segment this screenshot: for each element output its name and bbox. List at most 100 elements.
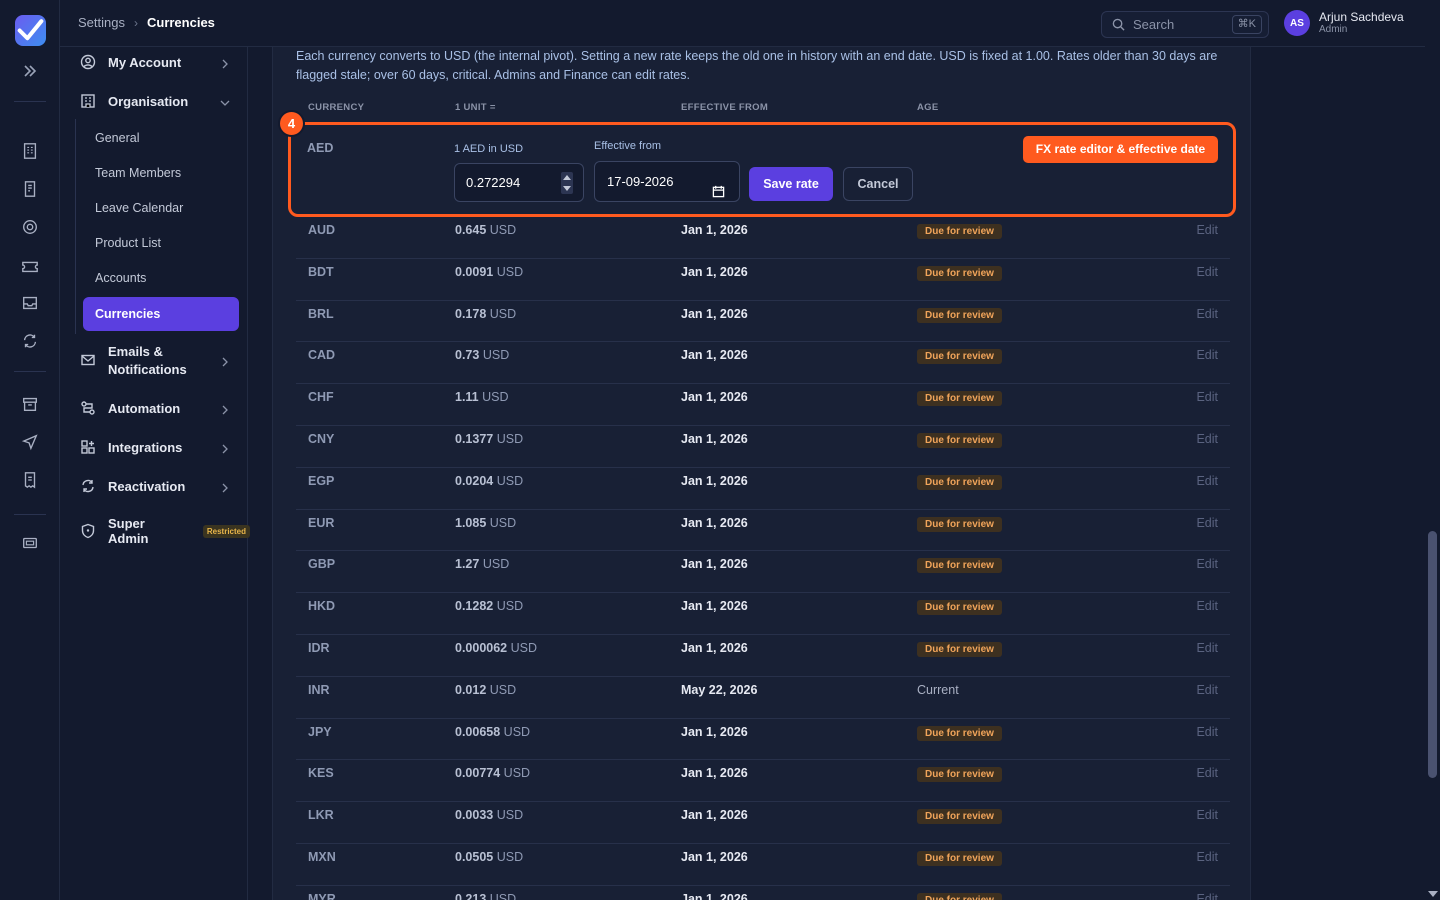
effective-date: Jan 1, 2026: [681, 348, 748, 363]
unit-rate: 0.0505 USD: [455, 850, 523, 864]
edit-link[interactable]: Edit: [1196, 516, 1218, 530]
effective-date: Jan 1, 2026: [681, 599, 748, 614]
currency-code: MYR: [308, 891, 336, 900]
receipt-icon[interactable]: [21, 471, 39, 489]
table-row: INR 0.012 USD May 22, 2026 Current Edit: [296, 677, 1230, 719]
effective-date: Jan 1, 2026: [681, 557, 748, 572]
edit-link[interactable]: Edit: [1196, 265, 1218, 279]
tickets-icon[interactable]: [21, 257, 39, 275]
scroll-down-arrow-icon[interactable]: [1428, 891, 1438, 897]
effective-date: Jan 1, 2026: [681, 473, 748, 488]
user-menu[interactable]: AS Arjun Sachdeva Admin: [1284, 10, 1404, 36]
sidebar-item-product-list[interactable]: Product List: [95, 236, 161, 250]
currency-code: AUD: [308, 223, 336, 237]
column-header-effective-from: EFFECTIVE FROM: [681, 102, 769, 113]
rate-value: 0.645: [455, 223, 487, 237]
user-circle-icon: [80, 54, 96, 70]
submenu-guide-line: [75, 119, 76, 334]
edit-link[interactable]: Edit: [1196, 599, 1218, 613]
breadcrumb: Settings › Currencies: [78, 15, 215, 30]
sidebar-item-label: Integrations: [108, 439, 183, 455]
number-stepper-icon[interactable]: [561, 172, 573, 194]
rate-value: 0.00774: [455, 766, 501, 781]
page-scrollbar[interactable]: [1425, 0, 1440, 900]
unit-rate: 0.645 USD: [455, 223, 516, 237]
currency-code: CAD: [308, 348, 336, 363]
unit-rate: 0.00774 USD: [455, 766, 530, 780]
edit-link[interactable]: Edit: [1196, 557, 1218, 571]
save-rate-button[interactable]: Save rate: [749, 167, 833, 201]
effective-date: May 22, 2026: [681, 682, 758, 697]
table-row: MXN 0.0505 USD Jan 1, 2026 Due for review Ed…: [296, 844, 1230, 886]
effective-date: Jan 1, 2026: [681, 264, 748, 279]
unit-rate: 0.0204 USD: [455, 474, 523, 488]
sidebar-item-my-account[interactable]: My Account: [80, 54, 230, 70]
reactivation-icon: [80, 478, 96, 494]
fx-rate-editor: AED 1 AED in USD 0.272294 Effective from…: [288, 122, 1236, 217]
effective-date-input[interactable]: 17-09-2026: [594, 161, 740, 202]
mail-icon: [80, 352, 96, 368]
sidebar-item-team-members[interactable]: Team Members: [95, 166, 181, 180]
edit-link[interactable]: Edit: [1196, 641, 1218, 655]
settings-sidebar: My Account Organisation General Team Mem…: [60, 47, 250, 900]
inbox-icon[interactable]: [21, 294, 39, 312]
cancel-button[interactable]: Cancel: [843, 167, 913, 201]
currency-code: KES: [308, 766, 334, 781]
rate-value: 0.1377: [455, 431, 494, 446]
edit-link[interactable]: Edit: [1196, 892, 1218, 900]
status-badge: Due for review: [917, 600, 1002, 616]
calendar-icon[interactable]: [712, 174, 725, 198]
sidebar-item-integrations[interactable]: Integrations: [80, 439, 230, 455]
invoice-icon[interactable]: [21, 180, 39, 198]
avatar[interactable]: AS: [1284, 10, 1310, 36]
status-badge: Due for review: [917, 850, 1002, 866]
currency-code: EGP: [308, 473, 335, 488]
edit-link[interactable]: Edit: [1196, 223, 1218, 237]
rate-field-label: 1 AED in USD: [454, 143, 524, 155]
target-icon[interactable]: [21, 218, 39, 236]
edit-link[interactable]: Edit: [1196, 808, 1218, 822]
rate-value: 1.11: [455, 390, 479, 405]
edit-link[interactable]: Edit: [1196, 725, 1218, 739]
edit-link[interactable]: Edit: [1196, 850, 1218, 864]
edit-link[interactable]: Edit: [1196, 348, 1218, 362]
sidebar-item-accounts[interactable]: Accounts: [95, 271, 146, 285]
edit-link[interactable]: Edit: [1196, 390, 1218, 404]
edit-link[interactable]: Edit: [1196, 432, 1218, 446]
sidebar-item-organisation[interactable]: Organisation: [80, 93, 230, 109]
archive-icon[interactable]: [21, 395, 39, 413]
search-box[interactable]: Search ⌘K: [1101, 11, 1269, 38]
user-role: Admin: [1319, 24, 1348, 35]
currency-table-body: AUD 0.645 USD Jan 1, 2026 Due for review Edi…: [296, 217, 1230, 900]
sidebar-item-general[interactable]: General: [95, 131, 139, 145]
scrollbar-thumb[interactable]: [1428, 531, 1437, 778]
step-number-badge: 4: [278, 110, 305, 137]
sidebar-item-leave-calendar[interactable]: Leave Calendar: [95, 201, 183, 215]
rate-value: 0.0033: [455, 808, 494, 823]
rate-value: 0.1282: [455, 599, 494, 614]
sidebar-item-automation[interactable]: Automation: [80, 400, 230, 416]
unit-rate: 0.00658 USD: [455, 725, 530, 739]
table-header: CURRENCY 1 UNIT = EFFECTIVE FROM AGE: [296, 102, 1230, 116]
expand-sidebar-icon[interactable]: [20, 61, 40, 81]
edit-link[interactable]: Edit: [1196, 474, 1218, 488]
edit-link[interactable]: Edit: [1196, 766, 1218, 780]
rate-unit: USD: [496, 264, 524, 279]
edit-link[interactable]: Edit: [1196, 683, 1218, 697]
effective-date: Jan 1, 2026: [681, 766, 748, 781]
rate-value: 0.73: [455, 348, 480, 363]
app-logo-icon[interactable]: [15, 15, 46, 46]
breadcrumb-settings[interactable]: Settings: [78, 15, 125, 30]
edit-link[interactable]: Edit: [1196, 307, 1218, 321]
refresh-icon[interactable]: [21, 332, 39, 350]
sidebar-item-reactivation[interactable]: Reactivation: [80, 478, 230, 494]
unit-rate: 0.0033 USD: [455, 808, 523, 822]
building-icon[interactable]: [21, 142, 39, 160]
sidebar-item-emails-notifications[interactable]: Emails & Notifications: [80, 343, 230, 379]
sidebar-item-super-admin[interactable]: Super Admin Restricted: [80, 516, 250, 546]
billing-icon[interactable]: [21, 534, 39, 552]
rate-input[interactable]: 0.272294: [454, 163, 584, 202]
unit-rate: 0.000062 USD: [455, 641, 537, 655]
send-icon[interactable]: [21, 433, 39, 451]
sidebar-item-currencies[interactable]: Currencies: [83, 297, 239, 331]
